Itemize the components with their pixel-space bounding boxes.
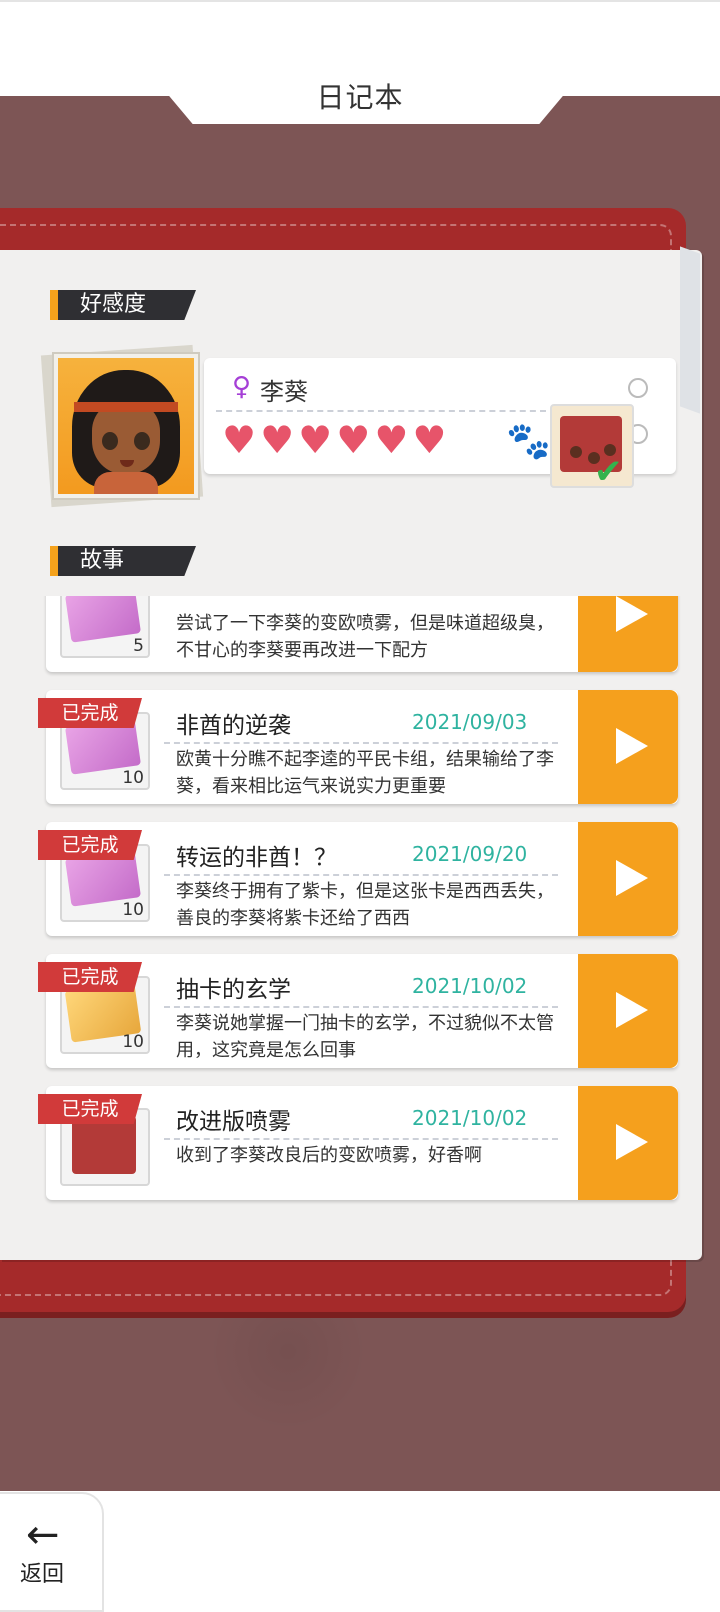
play-story-button[interactable]	[578, 690, 678, 804]
story-item: 5 尝试了一下李葵的变欧喷雾，但是味道超级臭，不甘心的李葵要再改进一下配方	[46, 596, 678, 672]
section-label-story: 故事	[50, 546, 196, 576]
section-accent-bar	[50, 290, 58, 320]
reward-count: 10	[122, 1032, 144, 1052]
completed-badge: 已完成	[38, 1094, 142, 1124]
story-description: 收到了李葵改良后的变欧喷雾，好香啊	[176, 1145, 482, 1166]
story-title: 改进版喷雾	[176, 1109, 291, 1135]
divider	[164, 742, 558, 744]
story-title: 抽卡的玄学	[176, 977, 291, 1003]
divider	[164, 874, 558, 876]
avatar-dress	[94, 472, 158, 494]
story-title: 转运的非酋！？	[176, 845, 337, 871]
paw-icon: 🐾	[506, 421, 551, 462]
page-curl	[680, 246, 700, 414]
heart-icon: ♥	[222, 418, 257, 462]
avatar-eye	[134, 432, 150, 450]
play-story-button[interactable]	[578, 822, 678, 936]
story-description: 李葵说她掌握一门抽卡的玄学，不过貌似不太管用，这究竟是怎么回事	[176, 1013, 554, 1061]
affinity-hearts: ♥ ♥ ♥ ♥ ♥ ♥	[222, 420, 446, 460]
section-label-affinity: 好感度	[50, 290, 196, 320]
divider	[216, 410, 546, 412]
story-item: 已完成 改进版喷雾 2021/10/02 收到了李葵改良后的变欧喷雾，好香啊	[38, 1086, 678, 1200]
page-title: 日记本	[316, 81, 404, 114]
avatar-eye	[102, 432, 118, 450]
bottom-bar	[0, 1491, 720, 1608]
story-date: 2021/10/02	[412, 1106, 528, 1130]
heart-icon: ♥	[374, 418, 409, 462]
section-accent-bar	[50, 546, 58, 576]
divider	[164, 1006, 558, 1008]
play-icon	[616, 992, 648, 1028]
completed-badge: 已完成	[38, 830, 142, 860]
back-label[interactable]: 返回	[20, 1556, 64, 1588]
section-label-text: 故事	[80, 548, 125, 573]
story-list[interactable]: 5 尝试了一下李葵的变欧喷雾，但是味道超级臭，不甘心的李葵要再改进一下配方 10…	[0, 596, 720, 1236]
avatar-portrait	[58, 358, 194, 494]
story-description: 李葵终于拥有了紫卡，但是这张卡是西西丢失，善良的李葵将紫卡还给了西西	[176, 881, 554, 929]
reward-count: 10	[122, 900, 144, 920]
heart-icon: ♥	[260, 418, 295, 462]
radio-icon	[628, 378, 648, 398]
pink-ticket-icon	[65, 596, 141, 643]
completed-badge: 已完成	[38, 698, 142, 728]
story-description: 尝试了一下李葵的变欧喷雾，但是味道超级臭，不甘心的李葵要再改进一下配方	[176, 613, 554, 661]
red-package-icon	[72, 1116, 136, 1174]
heart-icon: ♥	[298, 418, 333, 462]
section-label-text: 好感度	[80, 292, 147, 317]
story-item: 10 已完成 转运的非酋！？ 2021/09/20 李葵终于拥有了紫卡，但是这张…	[38, 822, 678, 936]
back-arrow-icon[interactable]: ←	[26, 1512, 60, 1558]
story-item: 10 已完成 抽卡的玄学 2021/10/02 李葵说她掌握一门抽卡的玄学，不过…	[38, 954, 678, 1068]
reward-count: 10	[122, 768, 144, 788]
divider	[164, 1138, 558, 1140]
play-icon	[616, 860, 648, 896]
top-divider	[0, 0, 720, 2]
story-description: 欧黄十分瞧不起李逵的平民卡组，结果输给了李葵，看来相比运气来说实力更重要	[176, 749, 554, 797]
character-avatar[interactable]	[52, 352, 200, 500]
story-item: 10 已完成 非酋的逆袭 2021/09/03 欧黄十分瞧不起李逵的平民卡组，结…	[38, 690, 678, 804]
reward-count: 5	[133, 636, 144, 656]
story-title: 非酋的逆袭	[176, 713, 291, 739]
play-icon	[616, 596, 648, 632]
avatar-headband	[74, 402, 178, 412]
story-date: 2021/10/02	[412, 974, 528, 998]
story-date: 2021/09/03	[412, 710, 528, 734]
story-thumbnail: 5	[60, 596, 150, 658]
character-name: 李葵	[260, 378, 308, 406]
play-story-button[interactable]	[578, 954, 678, 1068]
play-story-button[interactable]	[578, 596, 678, 672]
heart-icon: ♥	[412, 418, 447, 462]
check-icon: ✔	[594, 452, 623, 492]
play-icon	[616, 1124, 648, 1160]
female-icon: ♀	[232, 372, 252, 402]
play-story-button[interactable]	[578, 1086, 678, 1200]
story-date: 2021/09/20	[412, 842, 528, 866]
completed-badge: 已完成	[38, 962, 142, 992]
play-icon	[616, 728, 648, 764]
heart-icon: ♥	[336, 418, 371, 462]
